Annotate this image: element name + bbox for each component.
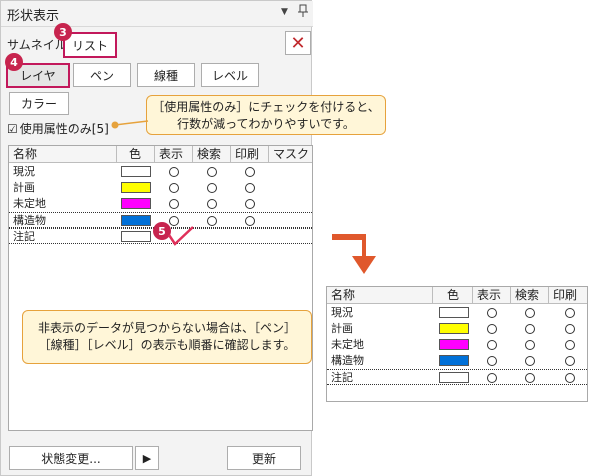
color-swatch[interactable] [121,198,151,209]
display-flag-circle [487,308,497,318]
table-row[interactable]: 未定地 [9,196,312,212]
search-flag-circle[interactable] [207,167,217,177]
row-name: 注記 [331,371,353,384]
display-flag-circle[interactable] [169,199,179,209]
pen-button[interactable]: ペン [73,63,131,87]
search-flag-circle[interactable] [207,199,217,209]
display-flag-circle [487,340,497,350]
col-mask[interactable]: マスク [269,146,312,163]
color-button[interactable]: カラー [9,92,69,115]
row-name: 計画 [331,322,353,335]
close-icon[interactable]: ✕ [285,31,311,55]
search-flag-circle [525,308,535,318]
table-row[interactable]: 現況 [9,164,312,180]
search-flag-circle [525,373,535,383]
layer-button-label: レイヤ [20,69,56,83]
table-row: 注記 [327,369,587,385]
color-swatch [439,355,469,366]
level-button[interactable]: レベル [201,63,259,87]
status-change-button[interactable]: 状態変更... [9,446,133,470]
row-name: 計画 [13,181,35,194]
tab-list-label: リスト [71,38,108,53]
print-flag-circle[interactable] [245,216,255,226]
turn-arrow-icon [332,234,376,274]
row-name: 未定地 [331,338,364,351]
step-badge-3: 3 [54,23,72,41]
search-flag-circle [525,324,535,334]
check-mark-icon [167,226,194,246]
print-flag-circle[interactable] [245,183,255,193]
table-row[interactable]: 計画 [9,180,312,196]
col-search[interactable]: 検索 [193,146,231,163]
callout-top-line1: ［使用属性のみ］にチェックを付けると、 [152,100,380,114]
color-swatch[interactable] [121,182,151,193]
search-flag-circle [525,356,535,366]
row-name: 構造物 [331,354,364,367]
zoom-list-header: 名称 色 表示 検索 印刷 [327,287,587,304]
print-flag-circle[interactable] [245,167,255,177]
zoom-layer-list: 名称 色 表示 検索 印刷 現況計画未定地構造物注記 [326,286,588,402]
print-flag-circle [565,324,575,334]
color-swatch[interactable] [121,231,151,242]
callout-top: ［使用属性のみ］にチェックを付けると、 行数が減ってわかりやすいです。 [146,95,386,135]
color-swatch[interactable] [121,215,151,226]
row-name: 注記 [13,230,35,243]
print-flag-circle [565,373,575,383]
dropdown-icon[interactable]: ▼ [281,7,288,17]
col-display[interactable]: 表示 [155,146,193,163]
update-button[interactable]: 更新 [227,446,301,470]
pin-icon[interactable] [298,4,308,21]
color-swatch [439,339,469,350]
step-badge-4: 4 [5,53,23,71]
print-flag-circle [565,340,575,350]
callout-bottom: 非表示のデータが見つからない場合は、［ペン］ ［線種］［レベル］の表示も順番に確… [22,310,312,364]
used-attributes-checkbox[interactable]: ☑ 使用属性のみ[5] [7,120,109,137]
print-flag-circle[interactable] [245,199,255,209]
table-row: 未定地 [327,337,587,353]
zoom-col-color: 色 [433,287,473,304]
search-flag-circle[interactable] [207,183,217,193]
search-flag-circle [525,340,535,350]
col-color[interactable]: 色 [117,146,155,163]
status-menu-arrow[interactable]: ▶ [135,446,159,470]
color-swatch [439,323,469,334]
row-name: 未定地 [13,197,46,210]
display-flag-circle [487,356,497,366]
table-row: 構造物 [327,353,587,369]
color-swatch[interactable] [121,166,151,177]
callout-bottom-line1: 非表示のデータが見つからない場合は、［ペン］ [37,321,296,335]
callout-top-pointer [111,120,149,129]
zoom-col-display: 表示 [473,287,511,304]
zoom-col-search: 検索 [511,287,549,304]
display-flag-circle [487,324,497,334]
col-print[interactable]: 印刷 [231,146,269,163]
print-flag-circle [565,308,575,318]
list-header: 名称 色 表示 検索 印刷 マスク [9,146,312,163]
table-row: 計画 [327,321,587,337]
zoom-col-name: 名称 [327,287,433,304]
shape-display-panel: 形状表示 ▼ サムネイル リスト 3 ✕ レイヤ 4 ペン 線種 レベル カラー… [0,0,313,476]
display-flag-circle[interactable] [169,183,179,193]
print-flag-circle [565,356,575,366]
color-swatch [439,372,469,383]
checkbox-label: 使用属性のみ[5] [19,122,109,136]
zoom-col-print: 印刷 [553,288,578,302]
row-name: 構造物 [13,214,46,227]
display-flag-circle[interactable] [169,167,179,177]
callout-top-line2: 行数が減ってわかりやすいです。 [177,117,355,131]
layer-list[interactable]: 名称 色 表示 検索 印刷 マスク 現況計画未定地構造物注記 [8,145,313,431]
table-row: 現況 [327,305,587,321]
linetype-button[interactable]: 線種 [137,63,195,87]
row-name: 現況 [13,165,35,178]
row-name: 現況 [331,306,353,319]
panel-title: 形状表示 [7,9,60,24]
display-flag-circle [487,373,497,383]
search-flag-circle[interactable] [207,216,217,226]
col-name[interactable]: 名称 [9,146,117,163]
callout-bottom-line2: ［線種］［レベル］の表示も順番に確認します。 [38,338,296,352]
checkbox-mark[interactable]: ☑ [7,122,18,136]
panel-titlebar: 形状表示 ▼ [1,1,313,27]
color-swatch [439,307,469,318]
